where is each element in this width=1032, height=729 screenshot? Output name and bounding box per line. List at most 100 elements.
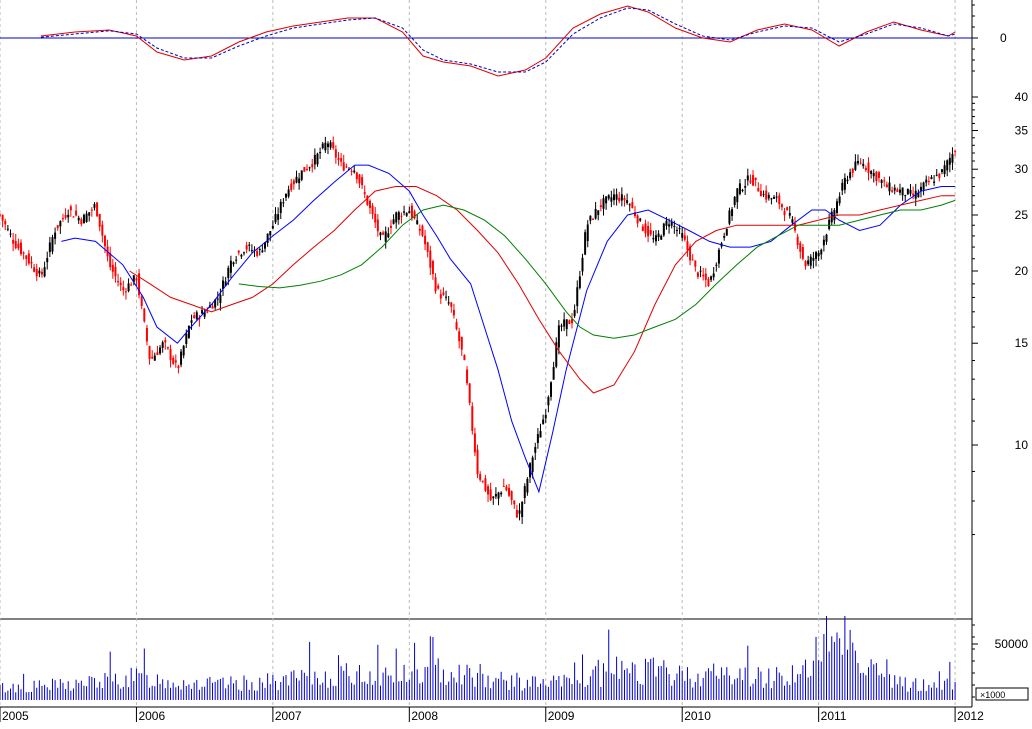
candle-body bbox=[649, 230, 652, 235]
candle-body bbox=[279, 201, 282, 213]
candle-body bbox=[904, 195, 907, 197]
candle-body bbox=[274, 214, 277, 223]
candle-body bbox=[919, 186, 922, 191]
candle-body bbox=[843, 177, 846, 190]
candle-body bbox=[783, 211, 786, 216]
candle-body bbox=[256, 250, 259, 256]
candle-body bbox=[948, 157, 951, 165]
candle-body bbox=[287, 189, 290, 197]
candle-body bbox=[723, 235, 726, 238]
x-axis-year-label: 2012 bbox=[957, 709, 984, 723]
candle-body bbox=[557, 325, 560, 348]
candle-body bbox=[668, 224, 671, 227]
candle-body bbox=[93, 204, 96, 208]
candle-body bbox=[859, 162, 862, 164]
candle-body bbox=[712, 273, 715, 278]
candle-body bbox=[0, 214, 1, 216]
candle-body bbox=[172, 357, 175, 364]
candle-body bbox=[940, 169, 943, 172]
candle-body bbox=[728, 210, 731, 224]
candle-body bbox=[673, 225, 676, 227]
candle-body bbox=[429, 250, 432, 268]
candle-body bbox=[746, 175, 749, 181]
candle-body bbox=[67, 214, 70, 218]
candle-body bbox=[487, 486, 490, 495]
candle-body bbox=[269, 231, 272, 236]
candle-body bbox=[775, 196, 778, 198]
candle-body bbox=[361, 177, 364, 186]
candle-body bbox=[707, 278, 710, 287]
candle-body bbox=[515, 509, 518, 518]
stock-chart: 2005 2006 2007 2008 2009 2010 2011 2012 0 10 15 20 2… bbox=[0, 0, 1032, 724]
candle-body bbox=[153, 355, 156, 361]
price-tick-label: 20 bbox=[1015, 264, 1029, 278]
x-axis-year-label: 2008 bbox=[411, 709, 438, 723]
candle-body bbox=[64, 214, 67, 218]
candle-body bbox=[387, 233, 390, 238]
candle-body bbox=[618, 197, 621, 202]
candle-body bbox=[403, 211, 406, 213]
candle-body bbox=[602, 198, 605, 209]
candle-body bbox=[219, 294, 222, 304]
candle-body bbox=[17, 243, 20, 249]
candle-body bbox=[363, 192, 366, 195]
candle-body bbox=[893, 187, 896, 191]
candle-body bbox=[765, 190, 768, 200]
candle-body bbox=[258, 248, 261, 251]
candle-body bbox=[319, 151, 322, 154]
candle-body bbox=[752, 175, 755, 186]
candle-body bbox=[898, 189, 901, 193]
candle-body bbox=[838, 196, 841, 204]
candle-body bbox=[872, 173, 875, 177]
candle-body bbox=[109, 253, 112, 268]
candle-body bbox=[248, 244, 251, 246]
candle-body bbox=[285, 193, 288, 198]
candle-body bbox=[586, 224, 589, 242]
candle-body bbox=[103, 235, 106, 247]
candle-body bbox=[909, 189, 912, 194]
candle-body bbox=[891, 190, 894, 192]
candle-body bbox=[725, 228, 728, 236]
candle-body bbox=[652, 238, 655, 240]
candle-body bbox=[117, 280, 120, 283]
candle-body bbox=[400, 215, 403, 217]
candle-body bbox=[12, 239, 15, 244]
candle-body bbox=[437, 285, 440, 289]
candle-body bbox=[597, 210, 600, 216]
candle-body bbox=[305, 168, 308, 170]
candle-body bbox=[885, 184, 888, 188]
candle-body bbox=[933, 181, 936, 184]
candle-body bbox=[180, 351, 183, 365]
candle-body bbox=[836, 201, 839, 213]
candle-body bbox=[90, 209, 93, 211]
candle-body bbox=[807, 260, 810, 265]
price-tick-label: 10 bbox=[1015, 438, 1029, 452]
candle-body bbox=[159, 347, 162, 354]
candle-body bbox=[161, 342, 164, 348]
candle-body bbox=[460, 336, 463, 350]
candle-body bbox=[324, 142, 327, 151]
candle-body bbox=[759, 190, 762, 197]
candle-body bbox=[30, 261, 33, 264]
candle-body bbox=[463, 355, 466, 361]
candle-body bbox=[702, 274, 705, 277]
candle-body bbox=[767, 194, 770, 199]
candle-body bbox=[542, 419, 545, 425]
candle-body bbox=[77, 217, 80, 221]
candle-body bbox=[334, 149, 337, 158]
volume-unit-label: ×1000 bbox=[980, 690, 1005, 700]
candle-body bbox=[9, 233, 12, 235]
price-tick-label: 15 bbox=[1015, 336, 1029, 350]
candle-body bbox=[500, 492, 503, 495]
candle-body bbox=[675, 229, 678, 231]
candle-body bbox=[502, 485, 505, 487]
candle-body bbox=[662, 223, 665, 236]
candle-body bbox=[206, 311, 209, 313]
candle-body bbox=[791, 219, 794, 223]
candle-body bbox=[620, 194, 623, 201]
candle-body bbox=[452, 309, 455, 316]
candle-body bbox=[72, 216, 75, 218]
candle-body bbox=[33, 267, 36, 272]
candle-body bbox=[770, 198, 773, 200]
candle-body bbox=[458, 331, 461, 342]
